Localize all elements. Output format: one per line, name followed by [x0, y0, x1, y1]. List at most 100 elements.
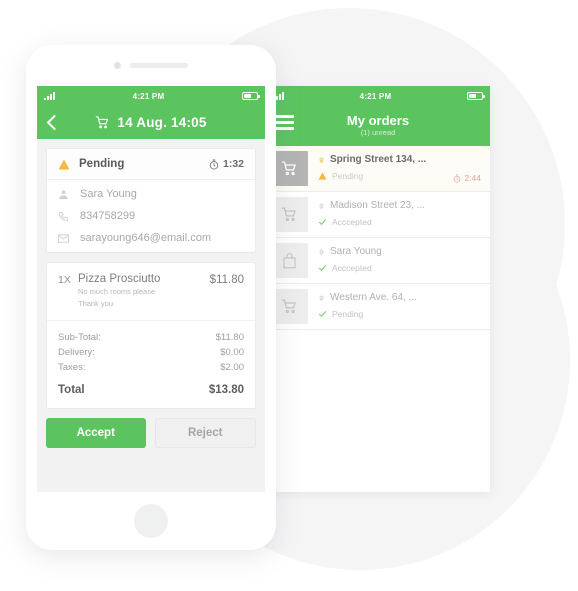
- location-pin-icon: [319, 203, 324, 209]
- list-item-body: Western Ave. 64, ... Pending: [308, 284, 490, 329]
- order-item-name: Pizza Prosciutto: [78, 273, 161, 285]
- canvas: 4:21 PM My orders (1) unread Spring Stre…: [0, 0, 578, 591]
- list-item-address: Western Ave. 64, ...: [330, 292, 417, 303]
- delivery-row: Delivery: $0.00: [58, 345, 244, 360]
- back-chevron-icon[interactable]: [46, 114, 63, 131]
- list-item-address-line: Madison Street 23, ...: [318, 200, 482, 212]
- grand-total-value: $13.80: [208, 384, 244, 396]
- list-item[interactable]: Madison Street 23, ... Acccepted: [266, 192, 490, 238]
- order-actions: Accept Reject: [46, 418, 256, 448]
- stopwatch-icon: [454, 174, 461, 182]
- customer-phone-row[interactable]: 834758299: [47, 208, 255, 230]
- list-item-status: Acccepted: [332, 217, 372, 227]
- location-pin-icon: [319, 295, 324, 301]
- taxes-value: $2.00: [220, 362, 244, 373]
- shopping-cart-icon: [271, 197, 308, 232]
- phone-top-bezel: [26, 45, 276, 86]
- home-button[interactable]: [134, 504, 168, 538]
- check-icon: [319, 311, 326, 317]
- location-pin-icon: [319, 157, 324, 163]
- list-item[interactable]: Sara Young Acccepted: [266, 238, 490, 284]
- accept-button[interactable]: Accept: [46, 418, 146, 448]
- phone-bottom-bezel: [26, 492, 276, 550]
- check-icon: [319, 265, 326, 271]
- list-item-status-line: Acccepted: [318, 263, 482, 273]
- list-item-status: Acccepted: [332, 263, 372, 273]
- earpiece-speaker: [130, 63, 188, 68]
- order-detail-screen: 4:21 PM 14 Aug. 14:05 Pending 1:32 Sara …: [37, 86, 265, 492]
- list-item-address-line: Sara Young: [318, 246, 482, 258]
- list-item[interactable]: Western Ave. 64, ... Pending: [266, 284, 490, 330]
- taxes-row: Taxes: $2.00: [58, 360, 244, 375]
- list-item[interactable]: Spring Street 134, ... Pending 2:44: [266, 146, 490, 192]
- countdown-timer: 1:32: [209, 158, 244, 170]
- list-item-address-line: Western Ave. 64, ...: [318, 292, 482, 304]
- subtotal-value: $11.80: [215, 332, 244, 343]
- taxes-label: Taxes:: [58, 362, 86, 373]
- order-detail-navbar: 14 Aug. 14:05: [37, 106, 265, 139]
- grand-total-label: Total: [58, 384, 85, 396]
- subtotal-row: Sub-Total: $11.80: [58, 330, 244, 345]
- list-item-address: Sara Young: [330, 246, 382, 257]
- battery-icon: [466, 92, 485, 100]
- phone-device-frame: 4:21 PM 14 Aug. 14:05 Pending 1:32 Sara …: [26, 45, 276, 550]
- status-bar-time: 4:21 PM: [359, 91, 392, 101]
- check-icon: [319, 219, 326, 225]
- order-item-note-line1: No much rooms please: [78, 287, 156, 296]
- status-badge: Pending 1:32: [47, 149, 255, 180]
- warning-triangle-icon: [58, 159, 70, 169]
- page-title: 14 Aug. 14:05: [117, 115, 207, 130]
- customer-name-row: Sara Young: [47, 180, 255, 208]
- orders-list-unread-count: (1) unread: [360, 128, 396, 137]
- customer-card: Pending 1:32 Sara Young 834758299 sarayo…: [46, 148, 256, 253]
- phone-icon: [58, 211, 69, 221]
- battery-icon: [241, 92, 260, 100]
- order-item-row: 1X Pizza Prosciutto No much rooms please…: [47, 263, 255, 321]
- shopping-bag-icon: [271, 243, 308, 278]
- shopping-cart-icon: [271, 151, 308, 186]
- list-item-address: Madison Street 23, ...: [330, 200, 426, 211]
- list-item-status: Pending: [332, 309, 364, 319]
- reject-button[interactable]: Reject: [154, 418, 256, 448]
- list-item-body: Madison Street 23, ... Acccepted: [308, 192, 490, 237]
- subtotal-label: Sub-Total:: [58, 332, 101, 343]
- order-item-price: $11.80: [209, 274, 244, 286]
- delivery-label: Delivery:: [58, 347, 95, 358]
- location-pin-icon: [319, 249, 324, 255]
- delivery-value: $0.00: [220, 347, 244, 358]
- warning-triangle-icon: [318, 172, 327, 180]
- hamburger-menu-icon[interactable]: [275, 115, 294, 130]
- order-detail-body: Pending 1:32 Sara Young 834758299 sarayo…: [37, 139, 265, 457]
- list-item-body: Sara Young Acccepted: [308, 238, 490, 283]
- order-item-quantity: 1X: [58, 274, 71, 286]
- signal-bars-icon: [44, 92, 55, 100]
- orders-list: Spring Street 134, ... Pending 2:44 Madi…: [266, 146, 490, 330]
- order-totals: Sub-Total: $11.80 Delivery: $0.00 Taxes:…: [47, 321, 255, 408]
- order-item-note-line2: Thank you: [78, 299, 114, 308]
- list-item-body: Spring Street 134, ... Pending 2:44: [308, 146, 490, 191]
- list-item-timer-value: 2:44: [464, 173, 481, 183]
- orders-list-title: My orders: [346, 113, 410, 128]
- list-item-timer: 2:44: [453, 173, 481, 183]
- status-label: Pending: [79, 158, 125, 170]
- list-item-status: Pending: [332, 171, 364, 181]
- status-bar-orders-list: 4:21 PM: [266, 86, 490, 106]
- front-camera-icon: [114, 62, 121, 69]
- list-item-status-line: Pending: [318, 309, 482, 319]
- stopwatch-icon: [209, 159, 219, 169]
- list-item-status-line: Acccepted: [318, 217, 482, 227]
- order-item-details: Pizza Prosciutto No much rooms please Th…: [78, 273, 210, 309]
- status-bar-time: 4:21 PM: [132, 91, 165, 101]
- orders-list-navbar: My orders (1) unread: [266, 106, 490, 146]
- envelope-icon: [58, 233, 69, 243]
- customer-email: sarayoung646@email.com: [80, 232, 212, 244]
- customer-email-row[interactable]: sarayoung646@email.com: [47, 230, 255, 252]
- orders-list-screen: 4:21 PM My orders (1) unread Spring Stre…: [266, 86, 490, 492]
- list-item-address: Spring Street 134, ...: [330, 154, 427, 165]
- customer-name: Sara Young: [80, 188, 137, 200]
- list-item-address-line: Spring Street 134, ...: [318, 154, 482, 166]
- order-summary-card: 1X Pizza Prosciutto No much rooms please…: [46, 262, 256, 409]
- navbar-title-group: 14 Aug. 14:05: [95, 115, 206, 130]
- countdown-timer-value: 1:32: [222, 158, 244, 170]
- customer-phone: 834758299: [80, 210, 136, 222]
